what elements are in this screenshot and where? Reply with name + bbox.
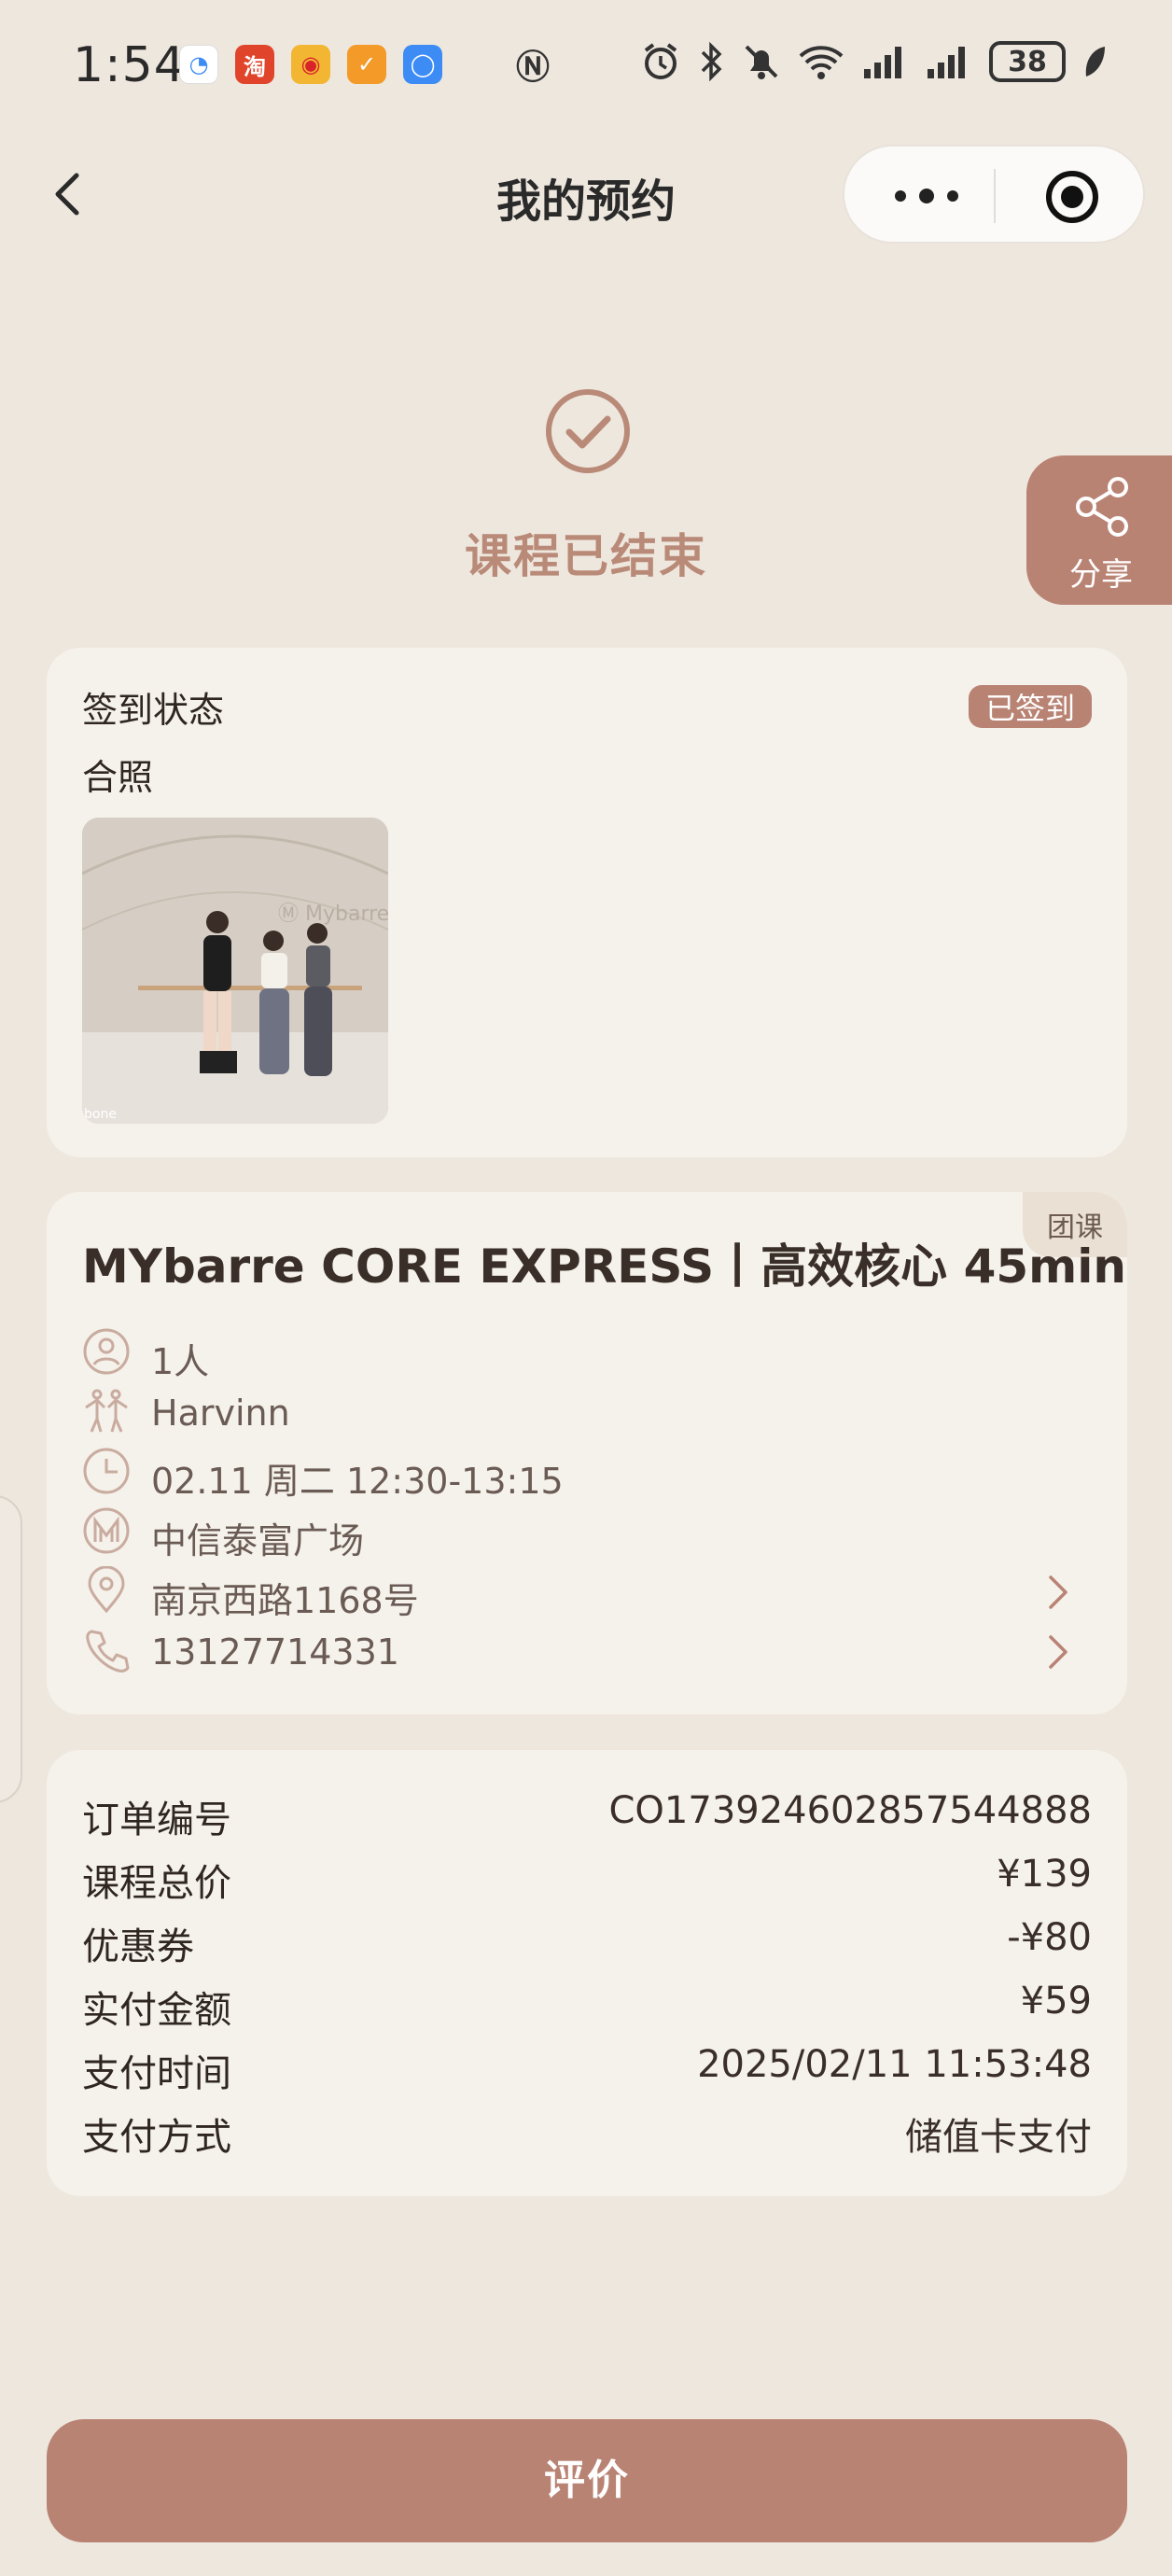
address-row[interactable]: 南京西路1168号 (82, 1566, 1092, 1621)
group-photo-image: Ⓜ Mybarre bone (82, 818, 388, 1124)
more-icon[interactable] (889, 180, 964, 212)
payment-time-row: 支付时间 2025/02/11 11:53:48 (82, 2043, 1092, 2095)
paid-amount-label: 实付金额 (82, 1989, 231, 2032)
coupon-value: -¥80 (1007, 1916, 1092, 1959)
share-icon (1076, 477, 1128, 537)
share-label: 分享 (1069, 556, 1133, 594)
capsule-divider (994, 169, 996, 223)
payment-method-value: 储值卡支付 (905, 2116, 1092, 2159)
studio-logo-icon (83, 1507, 130, 1554)
bluetooth-icon (701, 41, 722, 82)
total-price-value: ¥139 (997, 1853, 1092, 1896)
checkin-status-label: 签到状态 (82, 690, 225, 731)
participants-row: 1人 (82, 1327, 1092, 1382)
coupon-row: 优惠券 -¥80 (82, 1916, 1092, 1968)
order-number-row: 订单编号 CO173924602857544888 (82, 1789, 1093, 1841)
checked-in-badge: 已签到 (968, 685, 1092, 728)
side-drawer-handle[interactable] (0, 1495, 22, 1803)
clock-icon (83, 1448, 130, 1494)
review-button[interactable]: 评价 (47, 2419, 1127, 2542)
nfc-icon: Ⓝ (515, 49, 550, 87)
time-row: 02.11 周二 12:30-13:15 (82, 1447, 1092, 1502)
message-app-icon: ◔ (179, 45, 218, 84)
studio-name: 中信泰富广场 (151, 1520, 365, 1561)
coach-name: Harvinn (151, 1393, 290, 1434)
mute-icon (745, 45, 778, 79)
mini-program-capsule (843, 145, 1145, 244)
booking-detail-page: 1:54 ◔ 淘 ◉ ✓ ◯ Ⓝ 38 我的预约 课程已结束 分享 签到状态 已… (0, 0, 1172, 2576)
order-number-label: 订单编号 (82, 1799, 231, 1841)
checkin-card: 签到状态 已签到 合照 Ⓜ Mybarre bone (47, 648, 1127, 1157)
class-time: 02.11 周二 12:30-13:15 (151, 1461, 564, 1502)
nav-bar: 我的预约 (0, 140, 1172, 247)
studio-phone: 13127714331 (151, 1631, 399, 1673)
location-pin-icon (88, 1566, 125, 1614)
payment-time-label: 支付时间 (82, 2052, 231, 2095)
coach-row: Harvinn (82, 1387, 1092, 1439)
signal-2-icon (928, 47, 965, 78)
payment-method-row: 支付方式 储值卡支付 (82, 2107, 1092, 2159)
leaf-icon (1085, 47, 1105, 77)
close-miniprogram-icon[interactable] (1044, 169, 1100, 225)
total-price-label: 课程总价 (82, 1862, 231, 1905)
alarm-icon (644, 43, 677, 79)
coach-icon (85, 1389, 128, 1433)
order-card: 订单编号 CO173924602857544888 课程总价 ¥139 优惠券 … (47, 1750, 1127, 2196)
group-photo-label: 合照 (82, 757, 154, 798)
studio-row: 中信泰富广场 (82, 1506, 1092, 1561)
svg-text:bone: bone (84, 1107, 117, 1122)
system-icons: 38 (640, 41, 1107, 82)
payment-time-value: 2025/02/11 11:53:48 (697, 2043, 1092, 2086)
paid-amount-value: ¥59 (1020, 1980, 1092, 2023)
orange-app-icon: ✓ (347, 45, 386, 84)
participants-text: 1人 (151, 1341, 210, 1382)
status-bar: 1:54 ◔ 淘 ◉ ✓ ◯ Ⓝ 38 (0, 0, 1172, 140)
signal-1-icon (864, 47, 901, 78)
notification-icons: ◔ 淘 ◉ ✓ ◯ Ⓝ (179, 45, 552, 87)
phone-icon (86, 1630, 130, 1673)
paid-amount-row: 实付金额 ¥59 (82, 1980, 1092, 2032)
order-number-value: CO173924602857544888 (608, 1789, 1093, 1832)
taobao-app-icon: 淘 (235, 45, 274, 84)
group-photo[interactable]: Ⓜ Mybarre bone (82, 818, 388, 1124)
studio-address: 南京西路1168号 (151, 1580, 419, 1621)
course-status-text: 课程已结束 (465, 529, 707, 583)
total-price-row: 课程总价 ¥139 (82, 1853, 1092, 1905)
coupon-label: 优惠券 (82, 1925, 194, 1968)
phone-row[interactable]: 13127714331 (82, 1626, 1092, 1678)
completed-check-icon (546, 389, 630, 473)
chat-app-icon: ◯ (403, 45, 442, 84)
svg-text:Ⓜ Mybarre: Ⓜ Mybarre (278, 903, 388, 926)
status-time: 1:54 (73, 37, 186, 93)
share-button[interactable]: 分享 (1026, 455, 1172, 605)
course-card: 团课 MYbarre CORE EXPRESS丨高效核心 45mins 1人 H… (47, 1192, 1127, 1715)
person-icon (83, 1328, 130, 1375)
course-title: MYbarre CORE EXPRESS丨高效核心 45mins (82, 1239, 1127, 1294)
chevron-right-icon[interactable] (1039, 1633, 1077, 1671)
weibo-app-icon: ◉ (291, 45, 330, 84)
chevron-right-icon[interactable] (1039, 1574, 1077, 1611)
payment-method-label: 支付方式 (82, 2116, 231, 2159)
wifi-icon (799, 46, 844, 79)
battery-indicator: 38 (989, 41, 1066, 82)
